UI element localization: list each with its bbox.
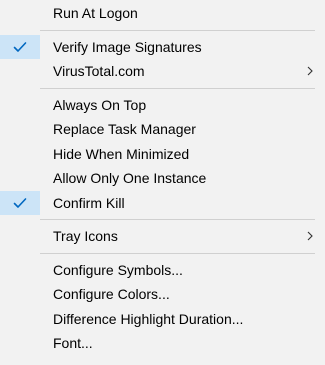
check-column [0, 166, 40, 191]
menu-item-label: VirusTotal.com [53, 63, 145, 80]
checked-indicator [0, 190, 40, 215]
check-column [0, 59, 40, 84]
chevron-right-icon [305, 65, 315, 77]
menu-item-label: Verify Image Signatures [53, 38, 202, 55]
menu-item-label: Run At Logon [53, 5, 138, 22]
check-column [0, 117, 40, 142]
check-column [0, 307, 40, 332]
menu-item-label: Confirm Kill [53, 194, 125, 211]
menu-item-configure-colors[interactable]: Configure Colors... [0, 282, 325, 307]
menu-separator [40, 252, 315, 254]
checkmark-icon [13, 41, 27, 52]
menu-item-tray-icons[interactable]: Tray Icons [0, 224, 325, 249]
check-column [0, 258, 40, 283]
menu-item-label: Tray Icons [53, 228, 118, 245]
menu-item-label: Hide When Minimized [53, 145, 190, 162]
options-menu: Run At Logon Verify Image Signatures Virus… [0, 0, 325, 365]
menu-item-font[interactable]: Font... [0, 331, 325, 356]
menu-item-label: Font... [53, 335, 93, 352]
menu-item-always-on-top[interactable]: Always On Top [0, 93, 325, 118]
check-column [0, 142, 40, 167]
menu-item-confirm-kill[interactable]: Confirm Kill [0, 190, 325, 215]
check-column [0, 1, 40, 26]
menu-item-verify-image-signatures[interactable]: Verify Image Signatures [0, 34, 325, 59]
menu-item-hide-when-minimized[interactable]: Hide When Minimized [0, 142, 325, 167]
check-column [0, 224, 40, 249]
checked-indicator [0, 34, 40, 59]
check-column [0, 93, 40, 118]
menu-separator [40, 87, 315, 89]
checkmark-icon [13, 197, 27, 208]
menu-item-virustotal-com[interactable]: VirusTotal.com [0, 59, 325, 84]
chevron-right-icon [305, 230, 315, 242]
menu-item-allow-only-one-instance[interactable]: Allow Only One Instance [0, 166, 325, 191]
menu-item-label: Replace Task Manager [53, 121, 196, 138]
check-column [0, 282, 40, 307]
menu-item-label: Always On Top [53, 96, 147, 113]
menu-separator [40, 219, 315, 220]
check-column [0, 331, 40, 356]
menu-item-difference-highlight-duration[interactable]: Difference Highlight Duration... [0, 307, 325, 332]
menu-item-configure-symbols[interactable]: Configure Symbols... [0, 258, 325, 283]
menu-item-replace-task-manager[interactable]: Replace Task Manager [0, 117, 325, 142]
menu-item-label: Allow Only One Instance [53, 170, 207, 187]
menu-item-label: Difference Highlight Duration... [53, 310, 244, 327]
menu-item-run-at-logon[interactable]: Run At Logon [0, 1, 325, 26]
menu-item-label: Configure Colors... [53, 286, 170, 303]
menu-separator [40, 29, 315, 31]
menu-item-label: Configure Symbols... [53, 261, 183, 278]
